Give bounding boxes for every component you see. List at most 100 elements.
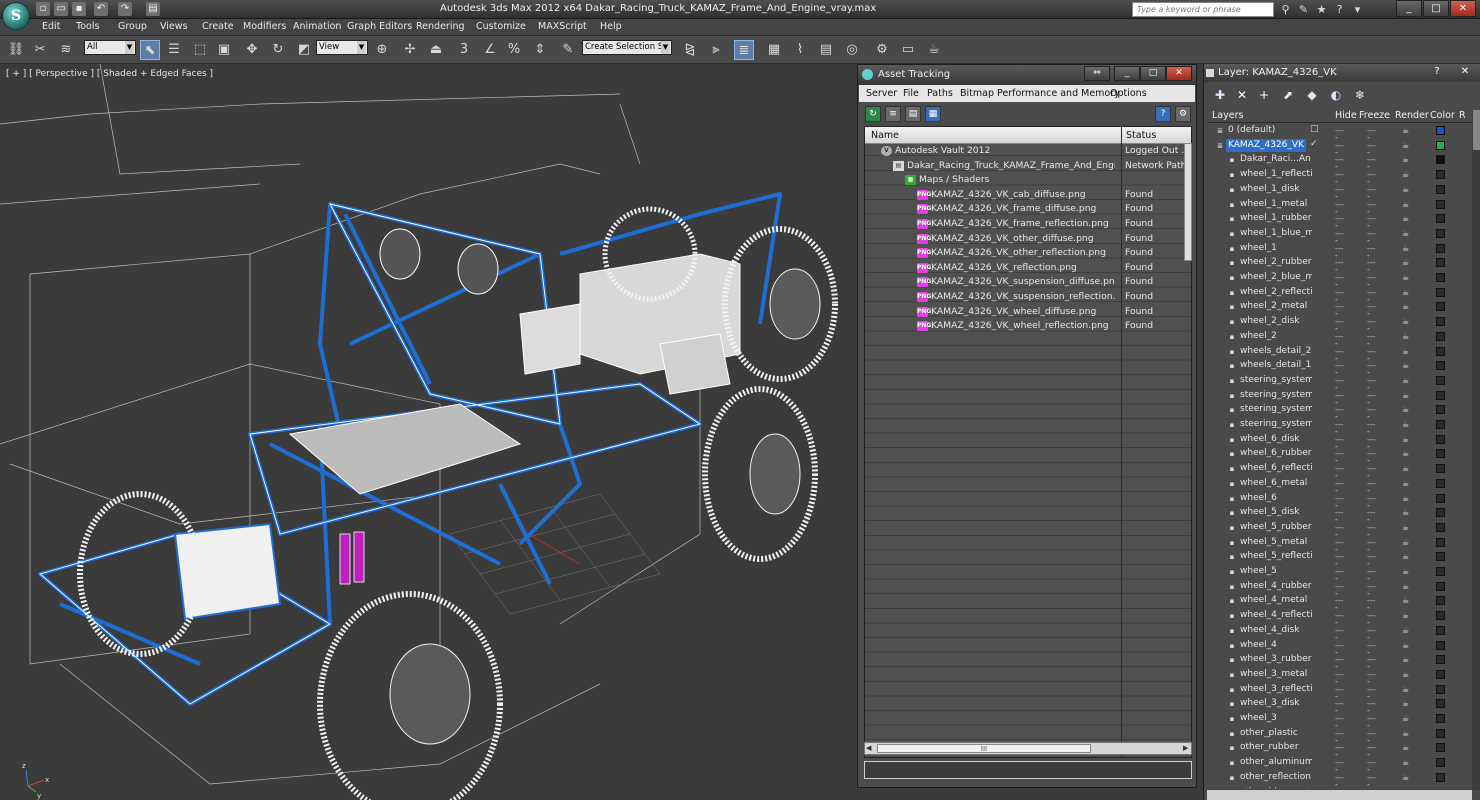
object-row[interactable]: ▪ wheel_4_disk ---- ---- ☕ xyxy=(1207,624,1471,641)
object-row[interactable]: ▪ wheel_6_metal ---- ---- ☕ xyxy=(1207,477,1471,494)
layer-row[interactable]: ≣ KAMAZ_4326_VK ✓ ---- ---- ☕ xyxy=(1207,138,1471,156)
object-row[interactable]: ▪ other_rubber ---- ---- ☕ xyxy=(1207,741,1471,759)
window-crossing-icon[interactable]: ▣ xyxy=(214,40,234,60)
move-icon[interactable]: ✥ xyxy=(242,40,262,60)
render-teapot-icon[interactable]: ☕ xyxy=(1402,317,1412,326)
spinner-snap-icon[interactable]: ⇕ xyxy=(530,40,550,60)
percent-snap-icon[interactable]: % xyxy=(504,40,524,60)
freeze-toggle[interactable]: ---- xyxy=(1367,318,1377,333)
render-teapot-icon[interactable]: ☕ xyxy=(1402,244,1412,253)
object-row[interactable]: ▪ steering_system ---- ---- ☕ xyxy=(1207,374,1471,391)
object-row[interactable]: ▪ steering_system ---- ---- ☕ xyxy=(1207,403,1471,421)
layer-name[interactable]: wheel_1_disk xyxy=(1238,183,1301,196)
freeze-toggle[interactable]: ---- xyxy=(1367,288,1377,303)
object-row[interactable]: ▪ wheel_3_metal ---- ---- ☕ xyxy=(1207,668,1471,685)
layer-color-swatch[interactable] xyxy=(1436,699,1445,709)
layer-name[interactable]: wheel_1 xyxy=(1238,242,1279,255)
close-button[interactable]: ✕ xyxy=(1450,0,1476,17)
layer-color-swatch[interactable] xyxy=(1436,258,1445,268)
asset-row[interactable]: ▤ Dakar_Racing_Truck_KAMAZ_Frame_And_Engi… xyxy=(865,159,1191,174)
dropdown-icon[interactable]: ▾ xyxy=(1350,2,1365,17)
menu-create[interactable]: Create xyxy=(202,21,234,32)
object-row[interactable]: ▪ steering_system ---- ---- ☕ xyxy=(1207,389,1471,406)
render-teapot-icon[interactable]: ☕ xyxy=(1402,185,1412,194)
layer-name[interactable]: wheel_3_reflecti xyxy=(1238,683,1312,696)
pivot-center-icon[interactable]: ⊕ xyxy=(372,40,392,60)
layer-color-swatch[interactable] xyxy=(1436,508,1445,518)
minimize-button[interactable]: _ xyxy=(1396,0,1422,17)
restore-size-button[interactable]: ⇔ xyxy=(1084,66,1110,81)
layer-color-swatch[interactable] xyxy=(1436,714,1445,723)
grid-view-icon[interactable]: ▦ xyxy=(925,106,941,122)
object-row[interactable]: ▪ wheel_2 ---- ---- ☕ xyxy=(1207,330,1471,347)
layer-color-swatch[interactable] xyxy=(1436,669,1445,679)
layer-name[interactable]: steering_system xyxy=(1238,403,1312,416)
object-row[interactable]: ▪ wheel_3_rubber ---- ---- ☕ xyxy=(1207,653,1471,671)
render-teapot-icon[interactable]: ☕ xyxy=(1402,641,1412,650)
menu-edit[interactable]: Edit xyxy=(42,21,60,32)
layer-color-swatch[interactable] xyxy=(1436,331,1445,341)
layer-name[interactable]: wheel_2_disk xyxy=(1238,315,1301,328)
keyboard-shortcut-icon[interactable]: ⏏ xyxy=(426,40,446,60)
object-row[interactable]: ▪ wheel_1_metal ---- ---- ☕ xyxy=(1207,198,1471,215)
layer-color-swatch[interactable] xyxy=(1436,684,1445,694)
freeze-toggle[interactable]: ---- xyxy=(1367,700,1377,715)
rotate-icon[interactable]: ↻ xyxy=(268,40,288,60)
freeze-toggle[interactable]: ---- xyxy=(1367,759,1377,774)
layer-name[interactable]: wheel_2_blue_m xyxy=(1238,271,1312,284)
layer-color-swatch[interactable] xyxy=(1436,772,1445,782)
asset-row[interactable]: PNG KAMAZ_4326_VK_other_reflection.png Fou… xyxy=(865,246,1191,261)
render-teapot-icon[interactable]: ☕ xyxy=(1402,229,1412,238)
hide-toggle[interactable]: ---- xyxy=(1335,568,1345,583)
scroll-right-icon[interactable]: ▶ xyxy=(1183,744,1188,752)
layer-name[interactable]: wheel_5_reflecti xyxy=(1238,550,1312,563)
menu-help[interactable]: Help xyxy=(600,21,622,32)
reference-coord-dropdown[interactable]: View ▼ xyxy=(316,40,368,55)
select-by-name-icon[interactable]: ☰ xyxy=(164,40,184,60)
redo-icon[interactable]: ↷ xyxy=(118,2,132,16)
render-teapot-icon[interactable]: ☕ xyxy=(1402,170,1412,179)
project-folder-icon[interactable]: ▤ xyxy=(146,2,160,16)
hide-toggle[interactable]: ---- xyxy=(1335,715,1345,730)
freeze-toggle[interactable]: ---- xyxy=(1367,744,1377,759)
layer-color-swatch[interactable] xyxy=(1436,743,1445,753)
menu-group[interactable]: Group xyxy=(118,21,147,32)
asset-row[interactable]: PNG KAMAZ_4326_VK_reflection.png Found xyxy=(865,261,1191,276)
layer-vertical-scrollbar[interactable] xyxy=(1472,110,1480,790)
object-row[interactable]: ▪ wheel_4_metal ---- ---- ☕ xyxy=(1207,594,1471,612)
scale-icon[interactable]: ◩ xyxy=(294,40,314,60)
object-row[interactable]: ▪ other_aluminum ---- ---- ☕ xyxy=(1207,756,1471,774)
close-icon[interactable]: ✕ xyxy=(1454,64,1476,79)
menu-tools[interactable]: Tools xyxy=(76,21,99,32)
render-teapot-icon[interactable]: ☕ xyxy=(1402,155,1412,164)
hide-toggle[interactable]: ---- xyxy=(1335,376,1345,391)
layer-name[interactable]: wheel_5_rubber xyxy=(1238,521,1312,534)
object-row[interactable]: ▪ wheel_5_disk ---- ---- ☕ xyxy=(1207,506,1471,524)
layer-color-swatch[interactable] xyxy=(1436,655,1445,665)
layer-color-swatch[interactable] xyxy=(1436,375,1445,385)
hide-toggle[interactable]: ---- xyxy=(1335,156,1345,171)
select-object-icon[interactable]: ⬉ xyxy=(140,40,160,60)
hide-toggle[interactable]: ---- xyxy=(1335,612,1345,627)
render-teapot-icon[interactable]: ☕ xyxy=(1402,361,1412,370)
hide-toggle[interactable]: ---- xyxy=(1335,759,1345,774)
object-row[interactable]: ▪ wheel_3_disk ---- ---- ☕ xyxy=(1207,697,1471,715)
layer-name[interactable]: wheel_3_metal xyxy=(1238,668,1309,681)
render-teapot-icon[interactable]: ☕ xyxy=(1402,552,1412,561)
freeze-toggle[interactable]: ---- xyxy=(1367,715,1377,730)
layer-titlebar[interactable]: Layer: KAMAZ_4326_VK ? ✕ xyxy=(1204,64,1480,82)
freeze-toggle[interactable]: ---- xyxy=(1367,376,1377,391)
layer-color-swatch[interactable] xyxy=(1436,522,1445,532)
layer-name[interactable]: steering_system xyxy=(1238,389,1312,402)
render-teapot-icon[interactable]: ☕ xyxy=(1402,596,1412,605)
hide-toggle[interactable]: ---- xyxy=(1335,215,1345,230)
add-selected-icon[interactable]: + xyxy=(1256,87,1272,103)
freeze-toggle[interactable]: ---- xyxy=(1367,229,1377,244)
layer-color-swatch[interactable] xyxy=(1436,434,1445,444)
menu-graph-editors[interactable]: Graph Editors xyxy=(347,21,412,32)
layer-name[interactable]: wheel_5_disk xyxy=(1238,506,1301,519)
freeze-toggle[interactable]: ---- xyxy=(1367,729,1377,744)
render-teapot-icon[interactable]: ☕ xyxy=(1402,258,1412,267)
object-row[interactable]: ▪ wheel_3 ---- ---- ☕ xyxy=(1207,712,1471,730)
asset-row[interactable]: PNG KAMAZ_4326_VK_wheel_reflection.png Fou… xyxy=(865,319,1191,334)
